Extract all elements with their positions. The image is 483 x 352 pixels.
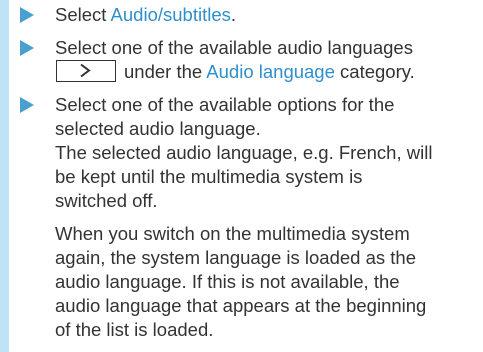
note-1-line-2: be kept until the multimedia system is xyxy=(55,166,363,187)
step-1-text: Select Audio/subtitles. xyxy=(55,3,480,27)
step-1-prefix: Select xyxy=(55,4,111,25)
step-2-before: under the xyxy=(124,61,207,82)
note-2-line-3: audio language. If this is not available… xyxy=(55,271,400,292)
margin-bar xyxy=(0,0,9,352)
note-2-line-4: audio language that appears at the begin… xyxy=(55,295,427,316)
step-2-line-2: under the Audio language category. xyxy=(55,60,480,84)
note-2-line-2: again, the system language is loaded as … xyxy=(55,247,416,268)
step-2-line-1: Select one of the available audio langua… xyxy=(55,37,413,58)
step-3-line-2: selected audio language. xyxy=(55,118,261,139)
audio-language-link: Audio language xyxy=(206,61,335,82)
note-2-line-5: of the list is loaded. xyxy=(55,319,214,340)
chevron-right-key xyxy=(56,60,116,82)
step-1-suffix: . xyxy=(230,4,237,25)
arrow-right-icon xyxy=(20,40,34,56)
note-1-line-1: The selected audio language, e.g. French… xyxy=(55,142,433,163)
audio-subtitles-link: Audio/subtitles xyxy=(110,4,231,25)
note-2-line-1: When you switch on the multimedia system xyxy=(55,223,410,244)
chevron-right-icon xyxy=(80,63,91,78)
note-1-line-3: switched off. xyxy=(55,190,158,211)
step-3-line-1: Select one of the available options for … xyxy=(55,94,395,115)
arrow-right-icon xyxy=(20,7,34,23)
arrow-right-icon xyxy=(20,97,34,113)
step-2-after: category. xyxy=(334,61,415,82)
